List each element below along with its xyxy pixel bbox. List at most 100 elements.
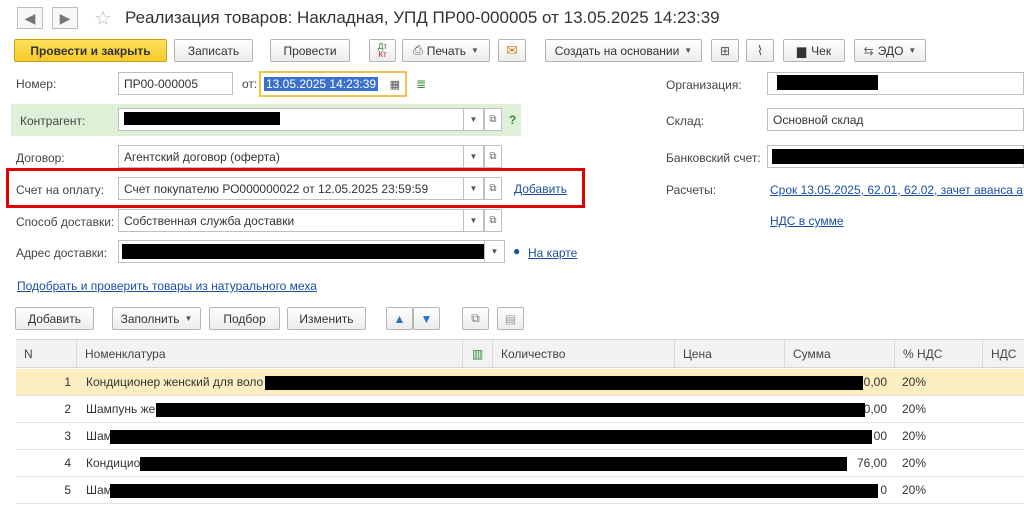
table-row[interactable]: 3 Шам 00 20% — [16, 423, 1024, 450]
column-header-mark[interactable]: ▥ — [463, 340, 493, 368]
star-icon[interactable]: ☆ — [94, 6, 112, 31]
dt-kt-icon-bottom: Кт — [378, 49, 387, 59]
column-header-sum[interactable]: Сумма — [785, 340, 895, 368]
copy-rows-button[interactable]: ⧉ — [462, 307, 489, 330]
map-link[interactable]: На карте — [528, 246, 577, 260]
invoice-dropdown[interactable]: ▼ — [463, 177, 484, 200]
save-button[interactable]: Записать — [174, 39, 253, 62]
calendar-icon[interactable]: ▦ — [390, 78, 400, 91]
arrow-right-icon: ▶ — [59, 9, 71, 26]
move-up-button[interactable]: ▲ — [386, 307, 413, 330]
organization-label: Организация: — [666, 78, 742, 92]
post-and-close-button[interactable]: Провести и закрыть — [14, 39, 167, 62]
move-down-button[interactable]: ▼ — [413, 307, 440, 330]
row-vat-rate: 20% — [902, 483, 927, 497]
edo-button[interactable]: ⇆ ЭДО ▼ — [854, 39, 926, 62]
vat-in-sum-link[interactable]: НДС в сумме — [770, 214, 844, 228]
receipt-button[interactable]: ▆ Чек — [783, 39, 845, 62]
add-row-button[interactable]: Добавить — [15, 307, 94, 330]
table-row[interactable]: 5 Шам 0 20% — [16, 477, 1024, 504]
paste-icon: ▤ — [504, 311, 517, 326]
organization-redaction — [777, 75, 878, 90]
number-label: Номер: — [16, 77, 57, 91]
settlements-link[interactable]: Срок 13.05.2025, 62.01, 62.02, зачет ава… — [770, 183, 1023, 197]
column-header-vat-rate[interactable]: % НДС — [895, 340, 983, 368]
email-button[interactable]: ✉ — [498, 39, 526, 62]
attach-button[interactable]: ⌇ — [746, 39, 774, 62]
create-based-on-button[interactable]: Создать на основании ▼ — [545, 39, 702, 62]
column-header-price[interactable]: Цена — [675, 340, 785, 368]
invoice-open-button[interactable]: ⧉ — [484, 177, 502, 200]
delivery-address-dropdown[interactable]: ▼ — [484, 240, 505, 263]
contract-open-button[interactable]: ⧉ — [484, 145, 502, 168]
bank-account-label: Банковский счет: — [666, 151, 761, 165]
delivery-address-label: Адрес доставки: — [16, 246, 108, 260]
row-vat-rate: 20% — [902, 429, 927, 443]
warehouse-label: Склад: — [666, 114, 705, 128]
note-icon[interactable]: ≣ — [416, 77, 426, 91]
hierarchy-icon: ⊞ — [719, 43, 731, 58]
counterparty-label: Контрагент: — [20, 114, 86, 128]
back-button[interactable]: ◀ — [17, 7, 43, 29]
register-icon: ▆ — [796, 43, 807, 58]
delivery-method-dropdown[interactable]: ▼ — [463, 209, 484, 232]
row-redaction — [140, 457, 847, 471]
row-number: 1 — [64, 375, 71, 389]
pick-fur-goods-link[interactable]: Подобрать и проверить товары из натураль… — [17, 279, 317, 293]
paste-rows-button[interactable]: ▤ — [497, 307, 524, 330]
pick-button[interactable]: Подбор — [209, 307, 280, 330]
table-row[interactable]: 2 Шампунь же 0,00 20% — [16, 396, 1024, 423]
delivery-method-open-button[interactable]: ⧉ — [484, 209, 502, 232]
column-header-n[interactable]: N — [16, 340, 77, 368]
envelope-icon: ✉ — [506, 42, 518, 58]
invoice-label: Счет на оплату: — [16, 183, 105, 197]
counterparty-dropdown[interactable]: ▼ — [463, 108, 484, 131]
row-number: 4 — [64, 456, 71, 470]
chevron-down-icon: ▼ — [908, 46, 917, 55]
contract-dropdown[interactable]: ▼ — [463, 145, 484, 168]
column-header-nomenclature[interactable]: Номенклатура — [77, 340, 463, 368]
contract-field[interactable]: Агентский договор (оферта) — [118, 145, 464, 168]
chevron-down-icon: ▼ — [471, 46, 479, 55]
row-redaction — [265, 376, 863, 390]
invoice-add-link[interactable]: Добавить — [514, 182, 567, 196]
column-header-vat[interactable]: НДС — [983, 340, 1024, 368]
open-icon: ⧉ — [489, 183, 497, 194]
open-icon: ⧉ — [489, 114, 497, 125]
number-field[interactable]: ПР00-000005 — [118, 72, 233, 95]
print-button[interactable]: ⎙ Печать ▼ — [402, 39, 490, 62]
arrow-up-icon: ▲ — [393, 311, 406, 326]
table-row[interactable]: 4 Кондицио 76,00 20% — [16, 450, 1024, 477]
edo-icon: ⇆ — [863, 43, 874, 58]
dt-kt-button[interactable]: Дт Кт — [369, 39, 396, 62]
arrow-left-icon: ◀ — [24, 9, 36, 26]
post-button[interactable]: Провести — [270, 39, 350, 62]
contract-label: Договор: — [16, 151, 65, 165]
row-number: 5 — [64, 483, 71, 497]
delivery-method-field[interactable]: Собственная служба доставки — [118, 209, 464, 232]
change-button[interactable]: Изменить — [287, 307, 366, 330]
chevron-down-icon: ▼ — [469, 152, 478, 161]
structure-button[interactable]: ⊞ — [711, 39, 739, 62]
delivery-method-label: Способ доставки: — [16, 215, 115, 229]
invoice-field[interactable]: Счет покупателю РО000000022 от 12.05.202… — [118, 177, 464, 200]
print-label: Печать — [426, 43, 466, 58]
date-value: 13.05.2025 14:23:39 — [264, 77, 379, 91]
help-icon[interactable]: ? — [509, 113, 516, 127]
marking-icon: ▥ — [472, 347, 484, 361]
open-icon: ⧉ — [489, 215, 497, 226]
table-row[interactable]: 1 Кондиционер женский для воло 0,00 20% — [16, 369, 1024, 396]
printer-icon: ⎙ — [413, 43, 423, 57]
forward-button[interactable]: ▶ — [52, 7, 78, 29]
fill-button[interactable]: Заполнить ▼ — [112, 307, 201, 330]
row-redaction — [110, 484, 878, 498]
warehouse-field[interactable]: Основной склад — [767, 108, 1024, 131]
row-vat-rate: 20% — [902, 375, 927, 389]
column-header-quantity[interactable]: Количество — [493, 340, 675, 368]
arrow-down-icon: ▼ — [420, 311, 433, 326]
row-number: 2 — [64, 402, 71, 416]
date-field[interactable]: 13.05.2025 14:23:39 ▦ — [259, 71, 407, 97]
copy-icon: ⧉ — [471, 311, 480, 325]
counterparty-open-button[interactable]: ⧉ — [484, 108, 502, 131]
chevron-down-icon: ▼ — [490, 247, 499, 256]
